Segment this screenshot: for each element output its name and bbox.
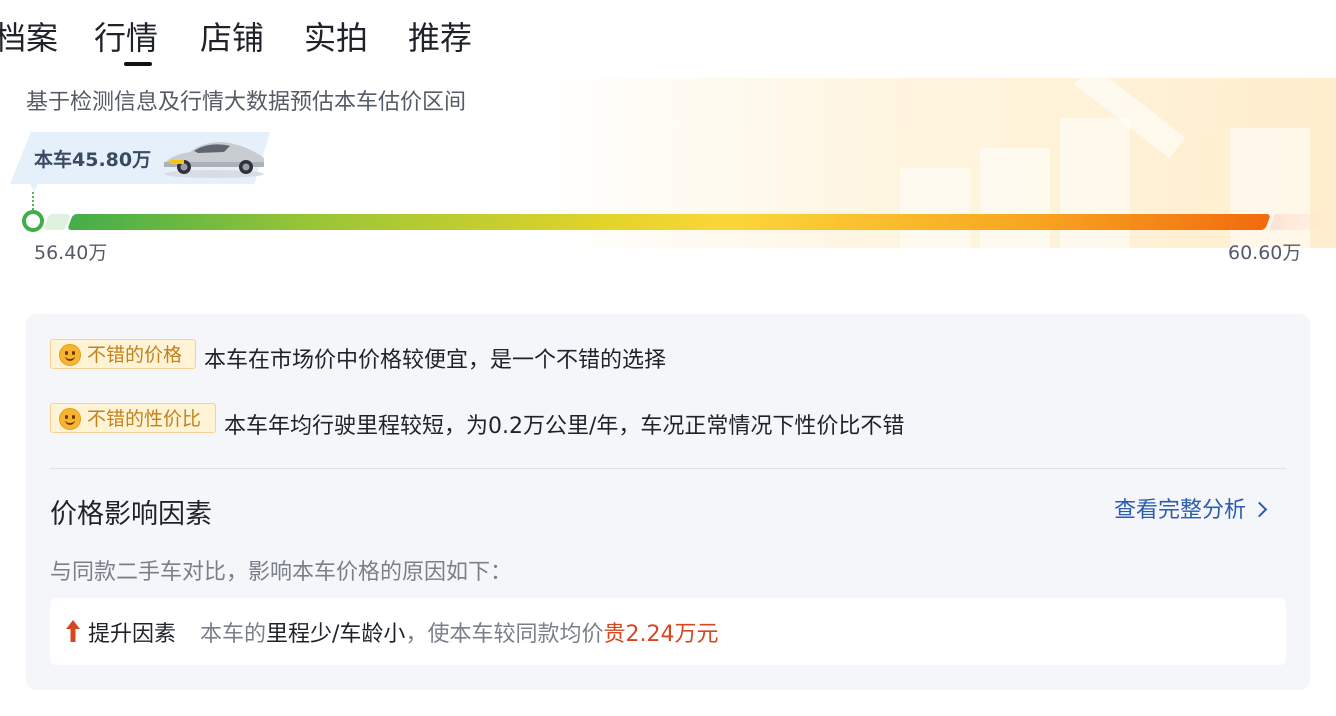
tab-photos[interactable]: 实拍 [304,16,368,60]
price-analysis-card: 不错的价格 本车在市场价中价格较便宜，是一个不错的选择 不错的性价比 本车年均行… [26,314,1310,690]
tab-recommend[interactable]: 推荐 [408,16,472,60]
tab-archive[interactable]: 档案 [0,16,58,60]
price-factors-title: 价格影响因素 [50,499,212,530]
smile-icon [59,344,81,366]
tab-market[interactable]: 行情 [94,16,158,66]
view-full-analysis-label: 查看完整分析 [1114,498,1247,523]
price-factors-description: 与同款二手车对比，影响本车价格的原因如下： [50,560,513,585]
price-factor-item: 提升因素 本车的里程少/车龄小，使本车较同款均价贵2.24万元 [50,598,1286,665]
view-full-analysis-link[interactable]: 查看完整分析 [1114,492,1268,524]
evaluation-tag: 不错的性价比 [50,403,216,433]
evaluation-text: 本车在市场价中价格较便宜，是一个不错的选择 [204,348,667,373]
smile-icon [59,408,81,430]
range-track-start [43,214,71,230]
divider [50,468,1286,469]
tab-store[interactable]: 店铺 [200,16,264,60]
factor-middle: ，使本车较同款均价 [405,622,604,647]
this-car-marker [22,210,44,232]
range-min-label: 56.40万 [34,242,108,264]
price-range-bar [67,214,1271,230]
tab-bar: 档案 行情 店铺 实拍 推荐 [0,0,1336,78]
arrow-up-icon [66,620,80,642]
factor-highlight: 里程少/车龄小 [266,622,406,647]
range-track-end [1269,214,1336,230]
this-car-price-label: 本车45.80万 [34,149,152,171]
evaluation-tag: 不错的价格 [50,339,196,369]
range-max-label: 60.60万 [1228,242,1302,264]
factor-amount: 贵2.24万元 [603,622,719,647]
evaluation-text: 本车年均行驶里程较短，为0.2万公里/年，车况正常情况下性价比不错 [224,414,905,439]
car-image [164,142,264,178]
factor-type-label: 提升因素 [88,622,177,647]
factor-detail: 本车的里程少/车龄小，使本车较同款均价贵2.24万元 [200,616,718,648]
factor-prefix: 本车的 [200,622,267,647]
price-estimate-subtitle: 基于检测信息及行情大数据预估本车估价区间 [26,90,467,115]
evaluation-tag-label: 不错的性价比 [87,408,202,430]
chevron-right-icon [1251,501,1268,518]
marker-connector [32,192,36,210]
bubble-pointer [30,184,38,192]
evaluation-tag-label: 不错的价格 [87,344,183,366]
